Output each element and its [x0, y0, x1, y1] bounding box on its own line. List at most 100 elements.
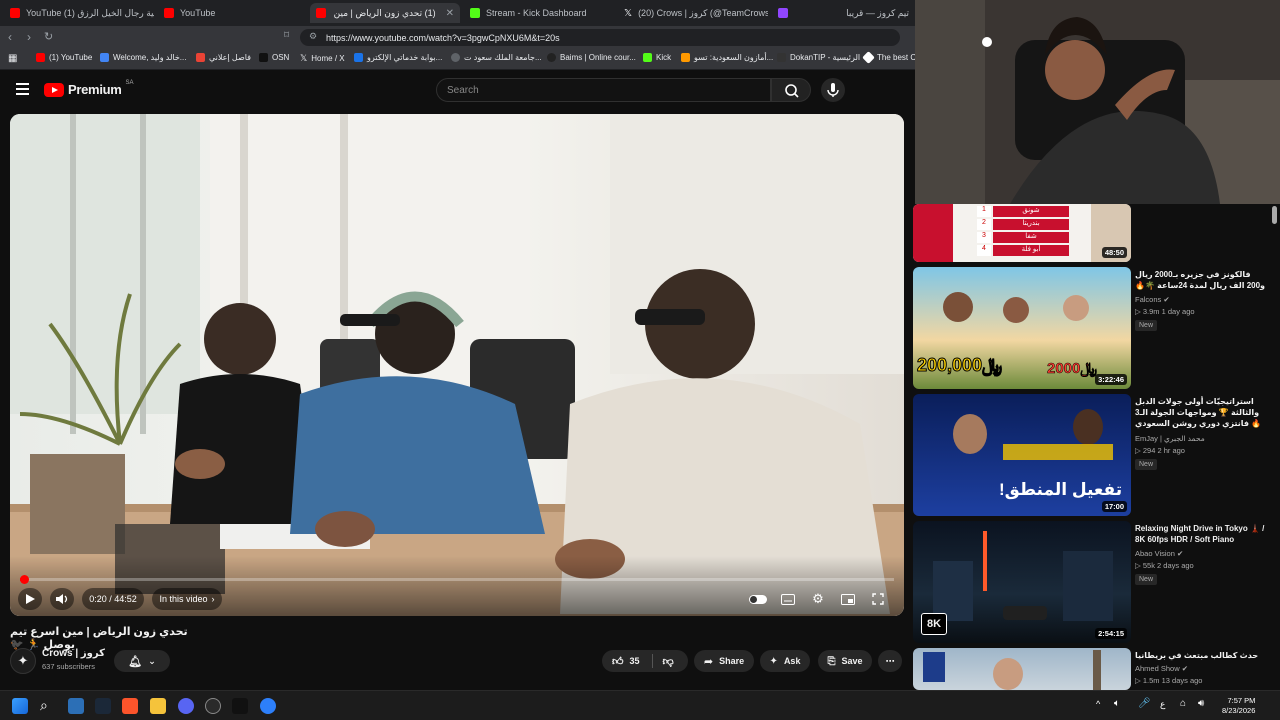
time-display: 0:20 / 44:52: [82, 588, 144, 610]
address-bar[interactable]: ⚙ https://www.youtube.com/watch?v=3pgwCp…: [300, 29, 900, 46]
bookmark-item[interactable]: Baims | Online cour...: [547, 53, 636, 62]
back-icon[interactable]: ‹: [8, 30, 12, 44]
hamburger-menu-icon[interactable]: [16, 83, 29, 95]
sidebar-scrollbar[interactable]: [1272, 206, 1277, 224]
browser-tab[interactable]: YouTube: [158, 3, 308, 23]
site-info-icon[interactable]: ⚙: [309, 31, 317, 42]
browser-tab[interactable]: [772, 3, 802, 23]
scrubber-handle[interactable]: [20, 575, 29, 584]
browser-tab-active[interactable]: (1) تحدي زون الرياض | مين اسرع ✕: [310, 3, 460, 23]
photos-icon[interactable]: [68, 698, 84, 714]
network-icon[interactable]: ⌂: [1180, 698, 1186, 709]
bookmark-item[interactable]: Welcome, خالد وليد...: [100, 53, 186, 62]
share-button[interactable]: ➦ Share: [694, 650, 754, 672]
miniplayer-button[interactable]: [836, 588, 860, 610]
kick-favicon-icon: [643, 53, 652, 62]
bookmark-item[interactable]: بوابة خدماتي الإلكترو...: [354, 53, 442, 62]
autoplay-toggle[interactable]: [746, 588, 770, 610]
channel-avatar[interactable]: ✦: [10, 648, 36, 674]
windows-start-icon[interactable]: [12, 698, 28, 714]
file-explorer-icon[interactable]: [150, 698, 166, 714]
video-card-stats: ▷ 3.9m 1 day ago: [1135, 307, 1195, 316]
video-card-channel[interactable]: EmJay | محمد الجبري: [1135, 434, 1205, 443]
search-button[interactable]: [771, 78, 811, 102]
brave-browser-icon[interactable]: [122, 698, 138, 714]
volume-icon[interactable]: 🔈︎: [1114, 698, 1120, 709]
play-icon: ▷: [1135, 561, 1143, 570]
system-clock[interactable]: 7:57 PM 8/23/2026: [1222, 696, 1255, 716]
input-language[interactable]: ع: [1160, 699, 1165, 710]
bookmark-item[interactable]: The best Ch: [862, 51, 921, 64]
new-badge: New: [1135, 574, 1158, 585]
bookmark-icon[interactable]: ⌑: [284, 30, 289, 41]
chapter-button[interactable]: In this video ›: [152, 588, 222, 610]
reload-icon[interactable]: ↻: [44, 30, 53, 43]
voice-search-button[interactable]: [821, 78, 845, 102]
video-card-title[interactable]: فالكونز في جزيره بـ2000 ريال و200 الف ري…: [1135, 269, 1270, 291]
search-input[interactable]: Search: [436, 78, 771, 102]
webcam-overlay: [915, 0, 1280, 204]
play-button[interactable]: [18, 588, 42, 610]
search-icon[interactable]: ⌕: [40, 697, 48, 714]
bookmark-item[interactable]: فاصل إعلاني: [196, 53, 251, 62]
video-card-channel[interactable]: Abao Vision ✔︎: [1135, 549, 1183, 558]
dislike-icon[interactable]: 👎︎: [663, 655, 674, 668]
app-icon[interactable]: [260, 698, 276, 714]
video-card-title[interactable]: حدث كطالب مبتعث في بريطانيا: [1135, 650, 1270, 661]
like-count[interactable]: 35: [630, 656, 640, 666]
video-thumbnail[interactable]: 1 شونق 2 بندريتا 3 شفا 4 أبو فلة 48:50: [913, 204, 1131, 262]
bookmark-item[interactable]: (1) YouTube: [36, 53, 92, 62]
speaker-icon[interactable]: 🔊︎: [1198, 698, 1204, 709]
tray-expand-icon[interactable]: ^: [1096, 699, 1100, 709]
apps-grid-icon[interactable]: ▦: [8, 53, 17, 64]
chatgpt-icon[interactable]: [205, 698, 221, 714]
video-card-title[interactable]: Relaxing Night Drive in Tokyo 🗼 / 8K 60f…: [1135, 523, 1270, 545]
video-card-title[interactable]: استراتيجيّات أولى جولات الدبل والثالثة 🏆…: [1135, 396, 1270, 429]
youtube-favicon-icon: [10, 8, 20, 18]
browser-tab[interactable]: تيم كروز — قريبا: [820, 3, 915, 23]
like-icon[interactable]: 👍︎: [612, 655, 624, 668]
bookmark-favicon-icon: [196, 53, 205, 62]
video-player[interactable]: 0:20 / 44:52 In this video › ⚙: [10, 114, 904, 616]
browser-tab[interactable]: 𝕏 (20) Crows | كروز (@TeamCrowsSA) /: [618, 3, 768, 23]
bookmark-item[interactable]: أمازون السعودية: تسو...: [681, 53, 773, 62]
video-thumbnail[interactable]: [913, 648, 1131, 690]
fullscreen-button[interactable]: [866, 588, 890, 610]
video-thumbnail[interactable]: 8K 2:54:15: [913, 521, 1131, 643]
more-actions-button[interactable]: ⋯: [878, 650, 902, 672]
bookmark-item[interactable]: OSN: [259, 53, 289, 62]
video-card-channel[interactable]: Ahmed Show ✔︎: [1135, 664, 1188, 673]
search-icon: [785, 84, 799, 98]
forward-icon[interactable]: ›: [27, 30, 31, 44]
url-text: https://www.youtube.com/watch?v=3pgwCpNX…: [326, 32, 560, 43]
steam-icon[interactable]: [95, 698, 111, 714]
bookmark-item[interactable]: Kick: [643, 53, 671, 62]
settings-button[interactable]: ⚙: [806, 588, 830, 610]
video-thumbnail[interactable]: تفعيل المنطق! 17:00: [913, 394, 1131, 516]
youtube-logo[interactable]: Premium SA: [44, 80, 134, 97]
channel-name[interactable]: Crows | كروز: [42, 648, 105, 659]
video-card-channel[interactable]: Falcons ✔︎: [1135, 295, 1170, 304]
close-icon[interactable]: ✕: [446, 8, 454, 19]
discord-icon[interactable]: [178, 698, 194, 714]
verified-icon: ✔︎: [1163, 295, 1170, 304]
bookmark-favicon-icon: [777, 53, 786, 62]
progress-bar[interactable]: [20, 578, 894, 581]
browser-tab[interactable]: Stream - Kick Dashboard: [464, 3, 614, 23]
video-duration: 48:50: [1101, 247, 1127, 258]
ask-button[interactable]: ✦ Ask: [760, 650, 810, 672]
tab-title: (20) Crows | كروز (@TeamCrowsSA) /: [638, 7, 768, 18]
bookmark-item[interactable]: DokanTIP - الرئيسية: [777, 53, 860, 62]
save-button[interactable]: ⎘ Save: [818, 650, 872, 672]
chevron-right-icon: ›: [211, 594, 215, 604]
subtitles-icon: [781, 593, 795, 605]
subscribed-button[interactable]: 🔔︎ ⌄: [114, 650, 170, 672]
video-thumbnail[interactable]: ﷼200,000 ﷼2000 3:22:46: [913, 267, 1131, 389]
bookmark-item[interactable]: جامعة الملك سعود ت...: [451, 53, 542, 62]
app-icon[interactable]: [232, 698, 248, 714]
microphone-icon[interactable]: 🎤︎: [1138, 698, 1151, 709]
subtitles-button[interactable]: [776, 588, 800, 610]
bookmark-item[interactable]: 𝕏 Home / X: [300, 53, 345, 64]
mute-button[interactable]: [50, 588, 74, 610]
browser-tab[interactable]: YouTube (1) اغنية رجال الخيل الرزق: [4, 3, 154, 23]
